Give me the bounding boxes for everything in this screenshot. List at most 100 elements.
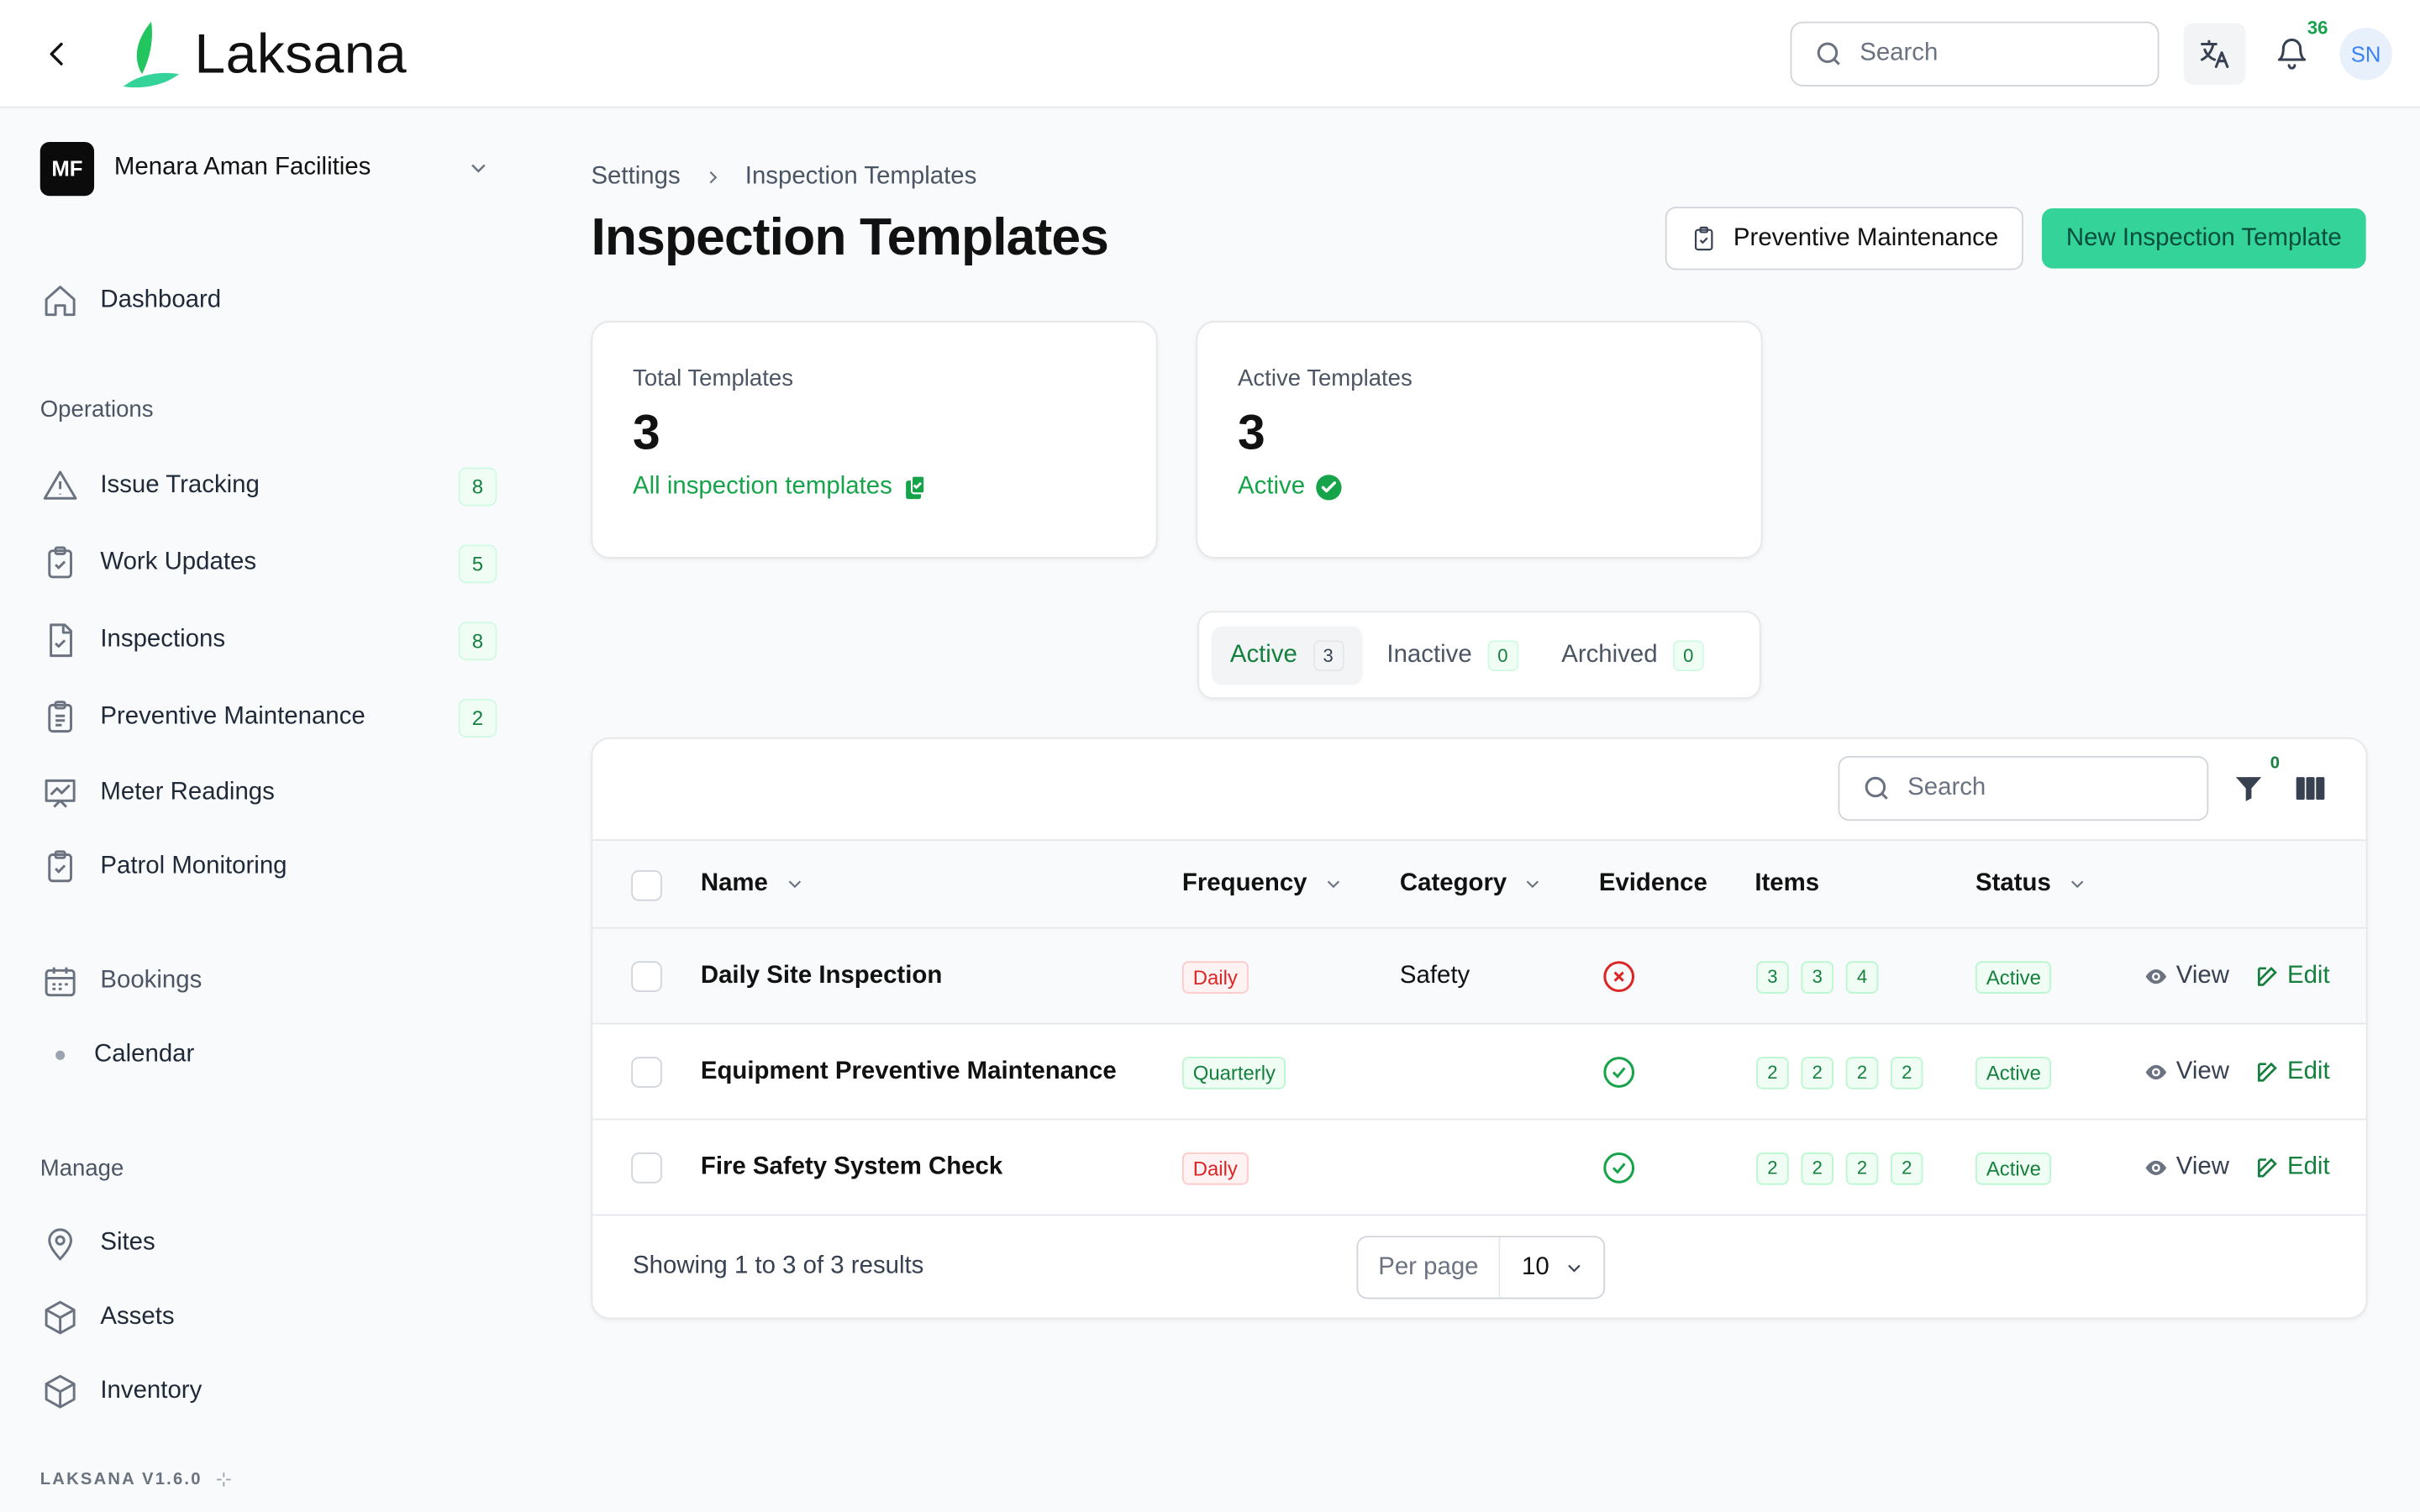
frequency-badge: Daily xyxy=(1181,960,1249,993)
back-button[interactable] xyxy=(37,34,77,74)
clipboard-list-icon xyxy=(40,697,81,738)
clipboard-check-icon xyxy=(40,543,81,584)
per-page-select[interactable]: Per page 10 xyxy=(1356,1236,1606,1299)
user-avatar[interactable]: SN xyxy=(2339,28,2392,81)
column-header-status[interactable]: Status xyxy=(1975,870,2088,898)
item-count-chip: 2 xyxy=(1801,1152,1833,1184)
app-name: Laksana xyxy=(194,21,407,86)
item-count-chip: 2 xyxy=(1890,1056,1923,1089)
stat-link[interactable]: Active xyxy=(1238,474,1721,501)
warning-icon xyxy=(40,466,81,507)
view-button[interactable]: View xyxy=(2144,1154,2229,1182)
sparkle-icon xyxy=(217,1473,231,1487)
notification-count: 36 xyxy=(2307,17,2328,39)
table-row[interactable]: Daily Site Inspection Daily Safety 3 3 4… xyxy=(592,928,2366,1025)
status-badge: Active xyxy=(1975,960,2052,993)
version-text: LAKSANA V1.6.0 xyxy=(39,1470,203,1489)
stat-link[interactable]: All inspection templates xyxy=(633,474,1116,501)
global-search-input[interactable] xyxy=(1860,39,2123,68)
stat-value: 3 xyxy=(1238,404,1265,460)
sidebar-item-bookings[interactable]: Bookings xyxy=(40,953,497,1009)
edit-label: Edit xyxy=(2286,1153,2330,1181)
section-title-manage: Manage xyxy=(39,1155,124,1182)
sidebar-item-inspections[interactable]: Inspections 8 xyxy=(40,612,497,668)
sidebar-item-label: Preventive Maintenance xyxy=(100,703,366,730)
per-page-value-container[interactable]: 10 xyxy=(1500,1253,1603,1281)
language-button[interactable] xyxy=(2183,23,2246,86)
count-badge: 2 xyxy=(458,698,497,738)
table-row[interactable]: Equipment Preventive Maintenance Quarter… xyxy=(592,1024,2366,1121)
sidebar-item-issue-tracking[interactable]: Issue Tracking 8 xyxy=(40,458,497,513)
cube-icon xyxy=(40,1372,81,1412)
tab-label: Inactive xyxy=(1386,641,1472,668)
org-switcher[interactable]: MF Menara Aman Facilities xyxy=(39,140,503,196)
sidebar-item-label: Dashboard xyxy=(100,286,222,313)
view-button[interactable]: View xyxy=(2144,963,2229,990)
sidebar-item-inventory[interactable]: Inventory xyxy=(40,1364,497,1420)
item-count-chip: 3 xyxy=(1756,960,1789,993)
sidebar: MF Menara Aman Facilities Dashboard Oper… xyxy=(0,109,540,1512)
sidebar-item-sites[interactable]: Sites xyxy=(40,1215,497,1271)
sidebar-item-dashboard[interactable]: Dashboard xyxy=(40,273,497,328)
columns-icon xyxy=(2296,777,2325,801)
row-checkbox[interactable] xyxy=(631,961,662,992)
tab-count: 3 xyxy=(1313,639,1344,671)
bell-icon xyxy=(2277,38,2307,70)
edit-button[interactable]: Edit xyxy=(2254,1153,2330,1182)
select-all-checkbox[interactable] xyxy=(631,869,662,901)
new-inspection-template-button[interactable]: New Inspection Template xyxy=(2041,207,2366,269)
table-search-input[interactable] xyxy=(1907,774,2186,803)
count-badge: 5 xyxy=(458,543,497,583)
bullet-dot xyxy=(55,1050,66,1060)
row-checkbox[interactable] xyxy=(631,1057,662,1088)
table-row[interactable]: Fire Safety System Check Daily 2 2 2 2 A… xyxy=(592,1120,2366,1216)
column-header-category[interactable]: Category xyxy=(1400,870,1544,898)
app-logo[interactable]: Laksana xyxy=(120,18,407,89)
sidebar-item-calendar[interactable]: Calendar xyxy=(40,1027,497,1083)
sidebar-item-meter-readings[interactable]: Meter Readings xyxy=(40,765,497,821)
chevron-down-icon xyxy=(1568,1263,1581,1272)
org-avatar: MF xyxy=(39,141,95,196)
per-page-label: Per page xyxy=(1358,1237,1501,1298)
template-name[interactable]: Equipment Preventive Maintenance xyxy=(701,1025,1117,1121)
breadcrumb-settings-link[interactable]: Settings xyxy=(591,164,680,192)
column-header-name[interactable]: Name xyxy=(701,870,805,898)
stat-label: Active Templates xyxy=(1238,365,1413,392)
row-checkbox[interactable] xyxy=(631,1152,662,1184)
column-header-frequency[interactable]: Frequency xyxy=(1182,870,1344,898)
global-search[interactable] xyxy=(1790,21,2160,87)
org-name: Menara Aman Facilities xyxy=(113,154,371,181)
calendar-icon xyxy=(40,961,81,1001)
filter-button[interactable] xyxy=(2232,771,2265,805)
item-count-chip: 2 xyxy=(1845,1152,1879,1184)
frequency-badge: Quarterly xyxy=(1181,1056,1286,1089)
sidebar-item-work-updates[interactable]: Work Updates 5 xyxy=(40,535,497,591)
chevron-down-icon xyxy=(2070,880,2084,889)
items-cell: 3 3 4 xyxy=(1756,929,1879,1025)
tab-archived[interactable]: Archived 0 xyxy=(1543,626,1723,685)
x-circle-icon xyxy=(1603,961,1635,992)
sidebar-item-preventive-maintenance[interactable]: Preventive Maintenance 2 xyxy=(40,690,497,745)
top-bar: Laksana 36 SN xyxy=(0,0,2420,108)
column-label: Status xyxy=(1975,869,2051,897)
tab-inactive[interactable]: Inactive 0 xyxy=(1368,626,1536,685)
pagination-summary: Showing 1 to 3 of 3 results xyxy=(633,1252,924,1279)
tab-active[interactable]: Active 3 xyxy=(1211,625,1363,685)
chevron-right-icon xyxy=(709,171,717,184)
edit-button[interactable]: Edit xyxy=(2254,963,2330,990)
template-name[interactable]: Daily Site Inspection xyxy=(701,929,942,1025)
breadcrumb-current: Inspection Templates xyxy=(744,163,977,190)
template-name[interactable]: Fire Safety System Check xyxy=(701,1120,1002,1215)
templates-table: 0 Name Frequency Category Evidence Items xyxy=(591,737,2368,1320)
chevron-down-icon xyxy=(1327,880,1339,889)
item-count-chip: 2 xyxy=(1890,1152,1923,1184)
edit-label: Edit xyxy=(2286,963,2330,990)
sidebar-item-assets[interactable]: Assets xyxy=(40,1289,497,1345)
table-search[interactable] xyxy=(1838,755,2209,822)
search-icon xyxy=(1865,776,1888,800)
columns-button[interactable] xyxy=(2293,771,2327,805)
edit-button[interactable]: Edit xyxy=(2254,1058,2330,1086)
preventive-maintenance-button[interactable]: Preventive Maintenance xyxy=(1665,207,2023,270)
view-button[interactable]: View xyxy=(2144,1058,2229,1086)
sidebar-item-patrol-monitoring[interactable]: Patrol Monitoring xyxy=(40,839,497,895)
